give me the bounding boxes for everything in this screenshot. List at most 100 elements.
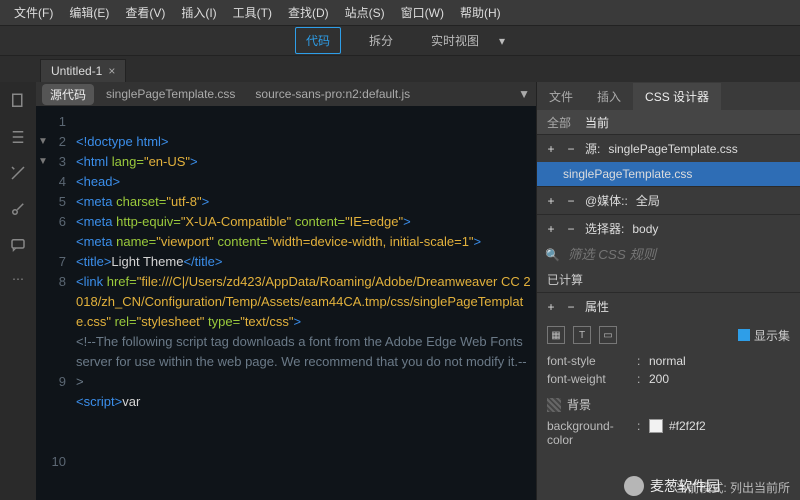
wand-icon[interactable] [9,164,27,182]
minus-icon[interactable]: − [565,194,577,208]
watermark-logo-icon [624,476,644,496]
source-code-badge[interactable]: 源代码 [42,84,94,105]
property-row[interactable]: font-style : normal [547,352,790,370]
menu-window[interactable]: 窗口(W) [393,4,452,21]
sources-row[interactable]: + − 源: singlePageTemplate.css [537,135,800,162]
filter-input[interactable] [568,247,792,262]
code-area[interactable]: 1 ▼2 ▼3 4 5 6 7 8 9 10 <!doctype html> <… [36,106,536,500]
plus-icon[interactable]: + [545,194,557,208]
line-number: ▼2 [36,132,66,152]
line-number: 6 [36,212,66,252]
more-icon[interactable]: ⋯ [12,272,24,286]
filter-icon[interactable]: ▼ [518,87,530,101]
tab-untitled[interactable]: Untitled-1 × [40,59,126,82]
menu-site[interactable]: 站点(S) [337,4,393,21]
plus-icon[interactable]: + [545,142,557,156]
code-lines[interactable]: <!doctype html> <html lang="en-US"> <hea… [72,106,536,500]
showset-checkbox[interactable] [738,329,750,341]
view-code-button[interactable]: 代码 [295,27,341,54]
background-section: 背景 background-color : #f2f2f2 [537,390,800,455]
line-number: 10 [36,452,66,472]
menu-insert[interactable]: 插入(I) [173,4,224,21]
property-category-icons: ▦ T ▭ 显示集 [537,320,800,350]
fold-icon[interactable]: ▼ [38,152,48,172]
tab-files[interactable]: 文件 [537,83,585,110]
property-value[interactable]: #f2f2f2 [669,419,706,447]
line-number: 8 [36,272,66,372]
background-label: 背景 [567,396,591,413]
tab-title: Untitled-1 [51,64,102,78]
source-item-selected[interactable]: singlePageTemplate.css [537,162,800,186]
selectors-label: 选择器: [585,220,624,237]
watermark-text: 麦葱软件园 [650,476,720,496]
sources-value: singlePageTemplate.css [608,142,737,156]
chevron-down-icon[interactable]: ▾ [499,34,505,48]
code-editor: 源代码 singlePageTemplate.css source-sans-p… [36,82,536,500]
subtab-all[interactable]: 全部 [547,114,571,131]
document-tabstrip: Untitled-1 × [0,56,800,82]
property-value[interactable]: normal [649,354,686,368]
search-icon: 🔍 [545,248,560,262]
border-icon[interactable]: ▭ [599,326,617,344]
color-swatch[interactable] [649,419,663,433]
properties-row: + − 属性 [537,293,800,320]
manage-icon[interactable] [9,128,27,146]
css-designer-panel: 文件 插入 CSS 设计器 全部 当前 + − 源: singlePageTem… [536,82,800,500]
menu-help[interactable]: 帮助(H) [452,4,509,21]
selectors-value: body [632,222,658,236]
line-gutter: 1 ▼2 ▼3 4 5 6 7 8 9 10 [36,106,72,500]
watermark: 麦葱软件园 [624,476,720,496]
tab-css-designer[interactable]: CSS 设计器 [633,83,721,110]
view-live-button[interactable]: 实时视图 [421,28,489,53]
related-files-bar: 源代码 singlePageTemplate.css source-sans-p… [36,82,536,106]
sources-label: 源: [585,140,600,157]
line-number: ▼3 [36,152,66,172]
media-label: @媒体:: [585,192,628,209]
computed-label: 已计算 [537,267,800,292]
minus-icon[interactable]: − [565,142,577,156]
menu-view[interactable]: 查看(V) [117,4,173,21]
selectors-row[interactable]: + − 选择器: body [537,215,800,242]
layout-icon[interactable]: ▦ [547,326,565,344]
tool-rail: ⋯ [0,82,36,500]
line-number: 5 [36,192,66,212]
menu-bar: 文件(F) 编辑(E) 查看(V) 插入(I) 工具(T) 查找(D) 站点(S… [0,0,800,26]
line-number: 1 [36,112,66,132]
line-number: 9 [36,372,66,452]
plus-icon[interactable]: + [545,300,557,314]
menu-file[interactable]: 文件(F) [6,4,61,21]
media-row[interactable]: + − @媒体:: 全局 [537,187,800,214]
property-key: font-style [547,354,637,368]
related-file-2[interactable]: source-sans-pro:n2:default.js [247,87,418,101]
property-key: font-weight [547,372,637,386]
plus-icon[interactable]: + [545,222,557,236]
property-key: background-color [547,419,637,447]
fold-icon[interactable]: ▼ [38,132,48,152]
close-icon[interactable]: × [108,64,115,78]
text-icon[interactable]: T [573,326,591,344]
view-mode-bar: 代码 拆分 实时视图 ▾ [0,26,800,56]
menu-edit[interactable]: 编辑(E) [61,4,117,21]
line-number: 7 [36,252,66,272]
minus-icon[interactable]: − [565,300,577,314]
tab-insert[interactable]: 插入 [585,83,633,110]
view-split-button[interactable]: 拆分 [359,28,403,53]
chat-icon[interactable] [9,236,27,254]
related-file-1[interactable]: singlePageTemplate.css [98,87,243,101]
menu-tools[interactable]: 工具(T) [225,4,280,21]
brush-icon[interactable] [9,200,27,218]
panel-tabs: 文件 插入 CSS 设计器 [537,82,800,110]
property-value[interactable]: 200 [649,372,669,386]
background-icon [547,398,561,412]
property-list: font-style : normal font-weight : 200 [537,350,800,390]
line-number: 4 [36,172,66,192]
minus-icon[interactable]: − [565,222,577,236]
menu-find[interactable]: 查找(D) [280,4,337,21]
files-icon[interactable] [9,92,27,110]
property-row[interactable]: background-color : #f2f2f2 [547,413,790,449]
showset-label: 显示集 [754,327,790,344]
panel-subtabs: 全部 当前 [537,110,800,134]
subtab-current[interactable]: 当前 [585,114,609,131]
media-value: 全局 [636,192,660,209]
property-row[interactable]: font-weight : 200 [547,370,790,388]
